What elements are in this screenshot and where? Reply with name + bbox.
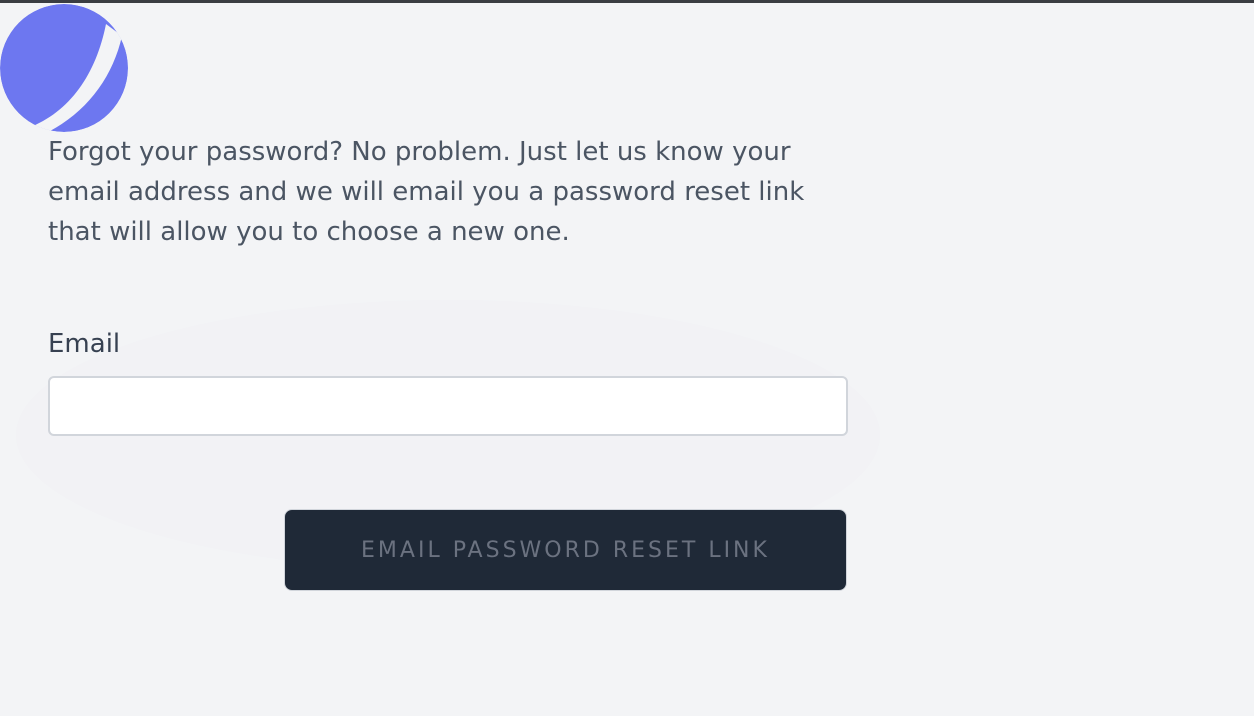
- email-password-reset-link-button[interactable]: EMAIL PASSWORD RESET LINK: [284, 509, 847, 591]
- email-label: Email: [48, 329, 121, 359]
- instructions-text: Forgot your password? No problem. Just l…: [48, 137, 805, 247]
- logo-icon: [0, 4, 128, 132]
- email-input[interactable]: [48, 376, 848, 436]
- top-border: [0, 0, 1254, 3]
